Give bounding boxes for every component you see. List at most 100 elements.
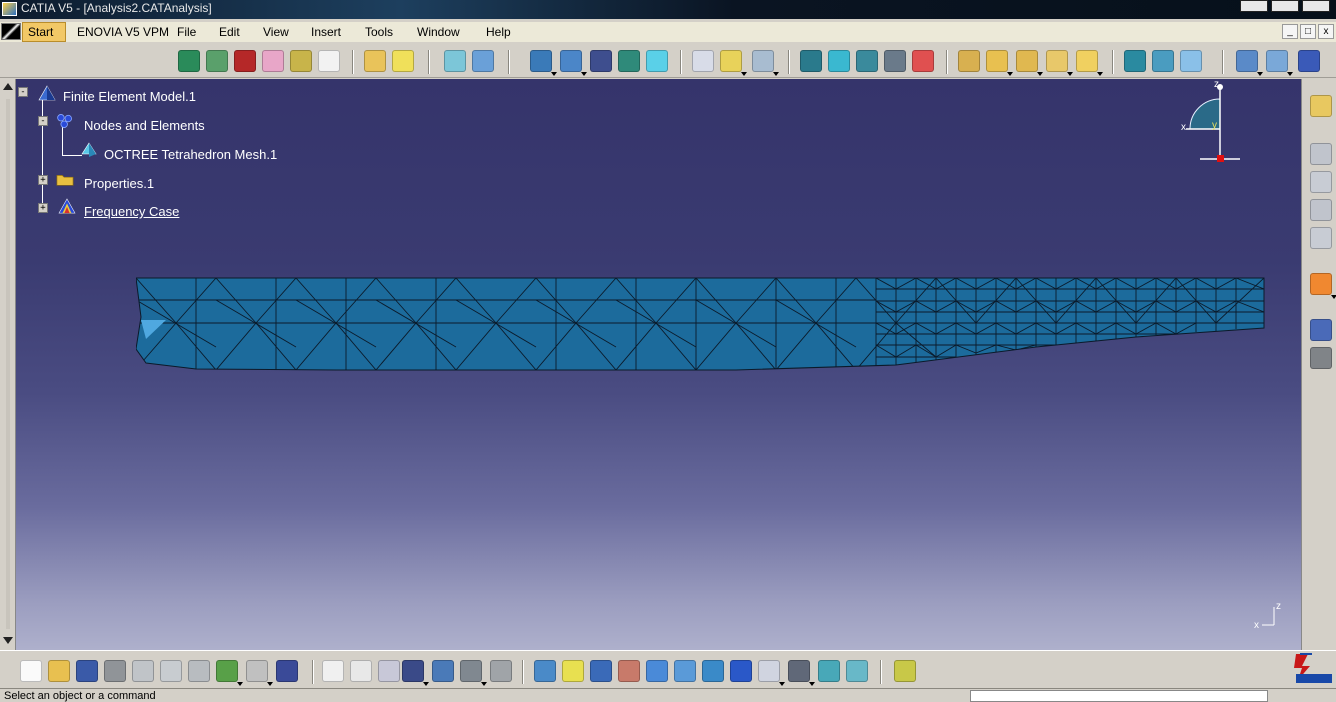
tree-node-frequency-case[interactable]: Frequency Case (84, 204, 179, 219)
copy-icon[interactable] (160, 660, 182, 682)
scroll-track[interactable] (6, 99, 10, 629)
fit-icon[interactable] (562, 660, 584, 682)
load4-icon[interactable] (1046, 50, 1073, 76)
fly-icon[interactable] (534, 660, 556, 682)
tree-collapse-icon[interactable]: - (38, 116, 48, 126)
select-arrow-icon[interactable] (1310, 273, 1336, 299)
doc-tool3-icon[interactable] (1310, 199, 1332, 221)
tree-node-nodes-elements[interactable]: Nodes and Elements (84, 118, 205, 133)
graph-icon[interactable] (912, 50, 934, 72)
mesh2-icon[interactable] (472, 50, 494, 72)
menu-file[interactable]: File (177, 25, 196, 39)
tree-icon[interactable] (432, 660, 454, 682)
iso-view-icon[interactable] (730, 660, 752, 682)
cut-icon[interactable] (132, 660, 154, 682)
arrows-icon[interactable] (752, 50, 779, 76)
vertical-scrollbar[interactable] (0, 79, 16, 650)
paste-icon[interactable] (188, 660, 210, 682)
close-window-button[interactable] (1302, 0, 1330, 12)
menu-insert[interactable]: Insert (311, 25, 341, 39)
open-icon[interactable] (48, 660, 70, 682)
cube5-icon[interactable] (646, 50, 668, 72)
compute1-icon[interactable] (1124, 50, 1146, 72)
zoom-out-icon[interactable] (674, 660, 696, 682)
comment-icon[interactable] (350, 660, 372, 682)
menu-tools[interactable]: Tools (365, 25, 393, 39)
pan-icon[interactable] (590, 660, 612, 682)
save-icon[interactable] (76, 660, 98, 682)
print-icon[interactable] (104, 660, 126, 682)
load5-icon[interactable] (1076, 50, 1103, 76)
open-icon[interactable] (364, 50, 386, 72)
lock-icon[interactable] (460, 660, 487, 686)
image1-icon[interactable] (1236, 50, 1263, 76)
menu-enovia[interactable]: ENOVIA V5 VPM (77, 25, 169, 39)
cube1-icon[interactable] (530, 50, 557, 76)
analysis-icon[interactable] (490, 660, 512, 682)
restraint4-icon[interactable] (884, 50, 906, 72)
menu-help[interactable]: Help (486, 25, 511, 39)
paint-icon[interactable] (262, 50, 284, 72)
hide-show-icon[interactable] (788, 660, 815, 686)
tree-node-fem-model[interactable]: Finite Element Model.1 (63, 89, 196, 104)
minimize-window-button[interactable] (1240, 0, 1268, 12)
mdi-restore-button[interactable]: □ (1300, 24, 1316, 39)
tree-collapse-icon[interactable]: - (18, 87, 28, 97)
command-input[interactable] (970, 690, 1268, 702)
settings-icon[interactable] (318, 50, 340, 72)
view-cube-icon[interactable] (758, 660, 785, 686)
measure-icon[interactable] (1310, 319, 1332, 341)
mdi-minimize-button[interactable]: _ (1282, 24, 1298, 39)
drawing-icon[interactable] (178, 50, 200, 72)
restraint1-icon[interactable] (800, 50, 822, 72)
normal-view-icon[interactable] (702, 660, 724, 682)
compute2-icon[interactable] (1152, 50, 1174, 72)
book-icon[interactable] (234, 50, 256, 72)
tetrahedron-mesh[interactable] (136, 277, 1266, 373)
menu-view[interactable]: View (263, 25, 289, 39)
knowledge-icon[interactable] (378, 660, 400, 682)
scroll-down-icon[interactable] (3, 637, 13, 644)
rotate-icon[interactable] (618, 660, 640, 682)
hand-icon[interactable] (720, 50, 747, 76)
redo-icon[interactable] (246, 660, 273, 686)
mdi-close-button[interactable]: x (1318, 24, 1334, 39)
network-icon[interactable] (894, 660, 916, 682)
cursor-tool-icon[interactable] (1310, 347, 1332, 369)
image3-icon[interactable] (1298, 50, 1320, 72)
cube3-icon[interactable] (590, 50, 612, 72)
restraint3-icon[interactable] (856, 50, 878, 72)
render-icon[interactable] (846, 660, 868, 682)
load1-icon[interactable] (958, 50, 980, 72)
tree-node-properties[interactable]: Properties.1 (84, 176, 154, 191)
maximize-window-button[interactable] (1271, 0, 1299, 12)
cube4-icon[interactable] (618, 50, 640, 72)
doc-tool4-icon[interactable] (1310, 227, 1332, 249)
compute3-icon[interactable] (1180, 50, 1202, 72)
load2-icon[interactable] (986, 50, 1013, 76)
zoom-in-icon[interactable] (646, 660, 668, 682)
image-icon[interactable] (206, 50, 228, 72)
load3-icon[interactable] (1016, 50, 1043, 76)
table-icon[interactable] (402, 660, 429, 686)
menu-start[interactable]: Start (28, 25, 53, 39)
3d-viewport[interactable]: - Finite Element Model.1 - Nodes and Ele… (16, 79, 1301, 650)
tree-expand-icon[interactable]: + (38, 175, 48, 185)
swap-icon[interactable] (818, 660, 840, 682)
analysis-tool-icon[interactable] (1310, 95, 1332, 117)
undo-icon[interactable] (216, 660, 243, 686)
tree-expand-icon[interactable]: + (38, 203, 48, 213)
mesh-icon[interactable] (444, 50, 466, 72)
save-icon[interactable] (392, 50, 414, 72)
menu-window[interactable]: Window (417, 25, 460, 39)
doc-tool1-icon[interactable] (1310, 143, 1332, 165)
cube2-icon[interactable] (560, 50, 587, 76)
whats-this-icon[interactable] (276, 660, 298, 682)
line-icon[interactable] (692, 50, 714, 72)
document-icon[interactable] (1, 23, 21, 40)
scroll-up-icon[interactable] (3, 83, 13, 90)
tree-node-mesh[interactable]: OCTREE Tetrahedron Mesh.1 (104, 147, 277, 162)
doc-tool2-icon[interactable] (1310, 171, 1332, 193)
image2-icon[interactable] (1266, 50, 1293, 76)
menu-edit[interactable]: Edit (219, 25, 240, 39)
